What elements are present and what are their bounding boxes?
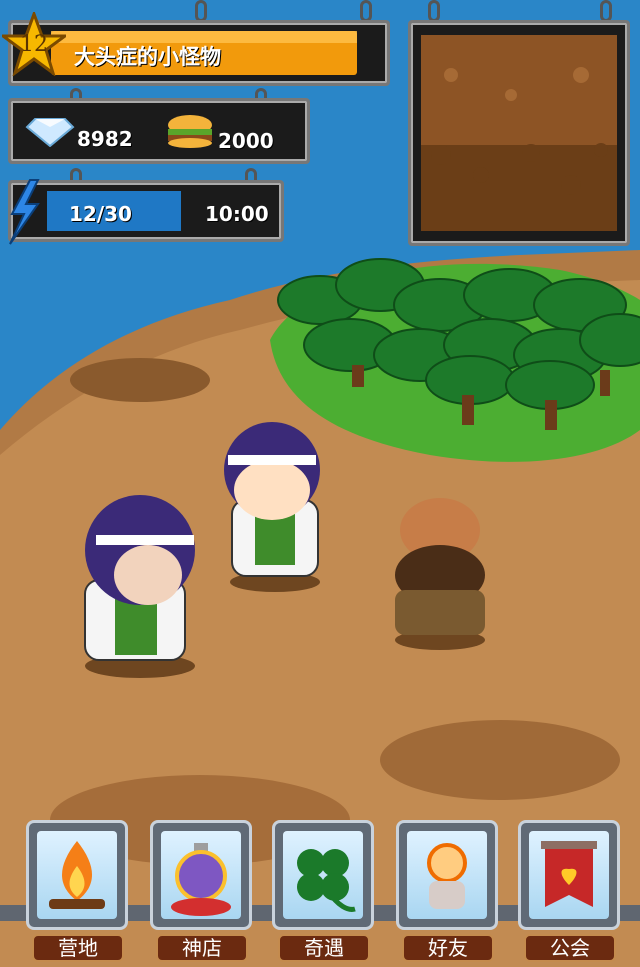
nav-frame — [396, 820, 498, 930]
nav-button-guild[interactable]: 公会 — [518, 820, 620, 962]
minimap-terrain — [421, 35, 617, 231]
nav-button-friends[interactable]: 好友 — [396, 820, 498, 962]
nav-label-camp: 营地 — [32, 934, 124, 962]
guild-banner-icon — [541, 841, 597, 907]
ninja-character-back — [224, 422, 320, 592]
minimap-panel[interactable] — [408, 20, 630, 246]
diamond-count: 8982 — [77, 127, 133, 151]
nav-label-adventure: 奇遇 — [278, 934, 370, 962]
chain-link — [428, 0, 440, 22]
nav-frame — [272, 820, 374, 930]
potion-icon — [171, 843, 231, 916]
nav-label-friends: 好友 — [402, 934, 494, 962]
ninja-character-front — [84, 495, 195, 678]
nav-inner — [529, 831, 609, 919]
diamond-icon — [25, 117, 75, 148]
chain-link — [600, 0, 612, 22]
friend-icon — [427, 843, 467, 909]
nav-frame — [26, 820, 128, 930]
nav-inner — [283, 831, 363, 919]
nav-label-shop: 神店 — [156, 934, 248, 962]
nav-button-camp[interactable]: 营地 — [26, 820, 128, 962]
lightning-icon — [4, 178, 44, 246]
player-level: 12 — [20, 32, 48, 57]
nav-inner — [161, 831, 241, 919]
nav-inner — [407, 831, 487, 919]
clover-icon — [297, 849, 356, 912]
energy-timer: 10:00 — [205, 202, 269, 226]
energy-value: 12/30 — [69, 202, 132, 226]
bearded-monk-enemy — [395, 498, 485, 650]
burger-count: 2000 — [218, 129, 274, 153]
resources-panel: 8982 2000 — [8, 98, 310, 164]
nav-frame — [518, 820, 620, 930]
nav-frame — [150, 820, 252, 930]
campfire-icon — [49, 841, 105, 909]
nav-button-shop[interactable]: 神店 — [150, 820, 252, 962]
nav-label-guild: 公会 — [524, 934, 616, 962]
energy-panel: 12/30 10:00 — [8, 180, 284, 242]
chain-link — [195, 0, 207, 22]
nav-inner — [37, 831, 117, 919]
chain-link — [360, 0, 372, 22]
player-name: 大头症的小怪物 — [74, 45, 221, 69]
burger-icon — [166, 115, 214, 149]
nav-button-adventure[interactable]: 奇遇 — [272, 820, 374, 962]
